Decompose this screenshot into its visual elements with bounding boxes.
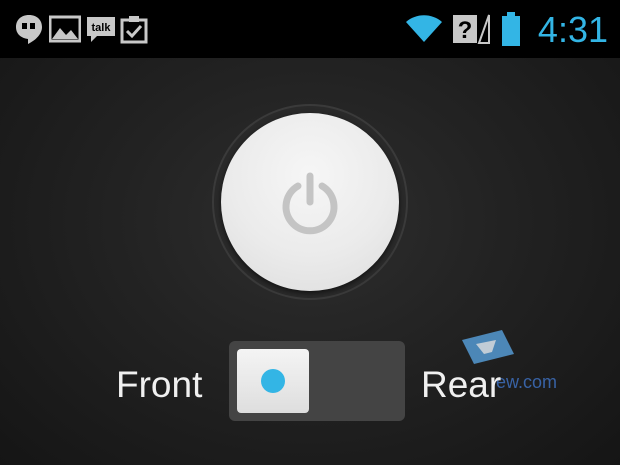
- battery-icon: [498, 0, 524, 58]
- hangouts-icon: [12, 0, 46, 58]
- front-label: Front: [116, 364, 203, 405]
- switch-indicator-dot: [261, 369, 285, 393]
- talk-label: talk: [92, 22, 112, 34]
- no-sim-icon: ?: [450, 0, 492, 58]
- status-clock: 4:31: [537, 9, 608, 50]
- power-button[interactable]: [221, 113, 399, 291]
- status-bar: talk ? 4:31: [0, 0, 620, 58]
- talk-icon: talk: [84, 0, 118, 58]
- svg-text:?: ?: [458, 17, 473, 44]
- wifi-icon: [404, 0, 444, 58]
- front-rear-switch[interactable]: [229, 341, 405, 421]
- power-icon: [282, 172, 338, 235]
- watermark-text: ew.com: [496, 372, 558, 392]
- rear-label: Rear: [421, 364, 502, 405]
- task-icon: [118, 0, 150, 58]
- gallery-icon: [48, 0, 82, 58]
- switch-thumb[interactable]: [237, 349, 309, 413]
